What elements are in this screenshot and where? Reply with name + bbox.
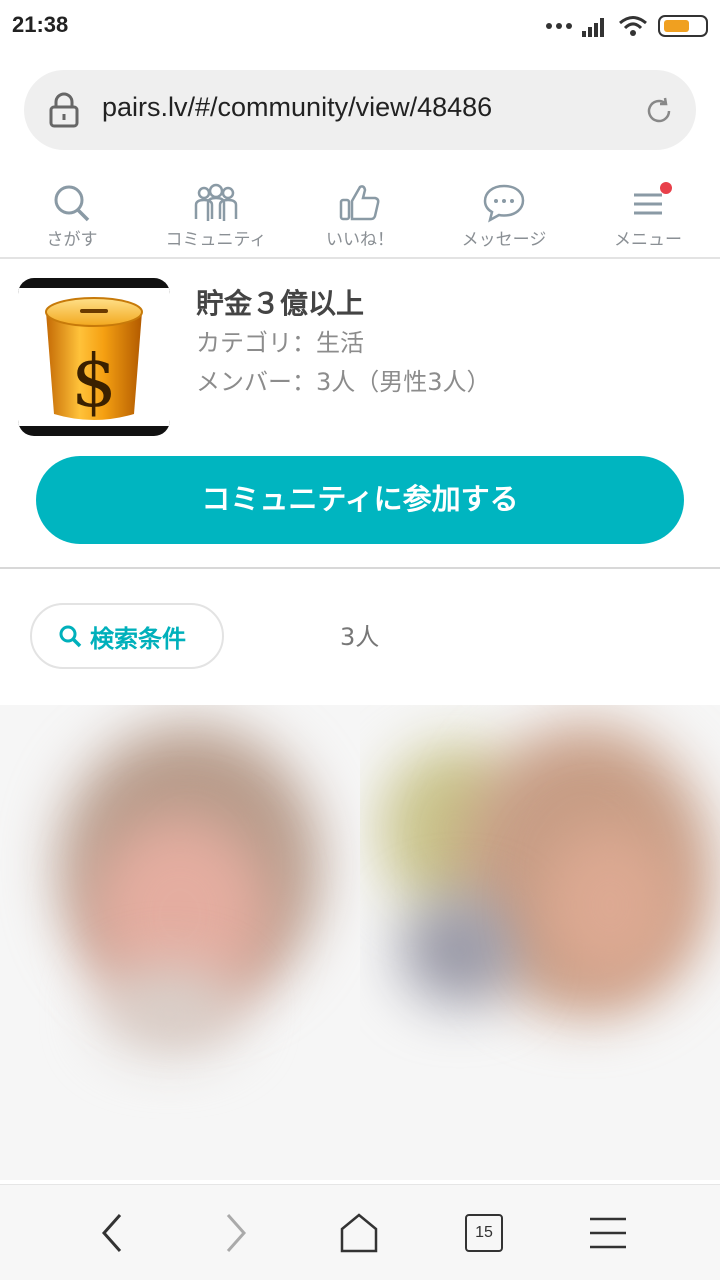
- nav-label: メニュー: [614, 230, 682, 250]
- community-thumbnail: $: [18, 278, 170, 436]
- signal-icon: [582, 18, 604, 37]
- search-conditions-label: 検索条件: [90, 624, 186, 653]
- forward-icon: [226, 1214, 247, 1252]
- battery-icon: [658, 15, 708, 37]
- address-bar[interactable]: pairs.lv/#/community/view/48486: [24, 70, 696, 150]
- home-button[interactable]: [319, 1185, 399, 1280]
- message-icon: [483, 184, 525, 223]
- back-button[interactable]: [72, 1185, 152, 1280]
- nav-item-menu[interactable]: メニュー: [576, 175, 720, 257]
- nav-label: いいね！: [326, 230, 394, 250]
- browser-menu-button[interactable]: [568, 1185, 648, 1280]
- menu-icon: [590, 1217, 626, 1249]
- join-community-button[interactable]: コミュニティに参加する: [36, 456, 684, 544]
- back-icon: [101, 1214, 122, 1252]
- member-photo[interactable]: [360, 705, 720, 1180]
- nav-item-likes[interactable]: いいね！: [288, 175, 432, 257]
- member-photo[interactable]: [0, 705, 360, 1180]
- search-icon: [54, 185, 90, 222]
- more-dots-icon: [546, 23, 572, 29]
- money-jar-icon: $: [45, 297, 143, 423]
- status-bar: 21:38: [0, 0, 720, 52]
- nav-label: コミュニティ: [165, 230, 267, 250]
- community-icon: [194, 183, 238, 221]
- search-conditions-button[interactable]: 検索条件: [30, 603, 224, 669]
- nav-item-community[interactable]: コミュニティ: [144, 175, 288, 257]
- refresh-icon[interactable]: [644, 96, 674, 126]
- search-icon: [59, 625, 82, 648]
- nav-item-search[interactable]: さがす: [0, 175, 144, 257]
- tabs-icon: 15: [465, 1214, 503, 1252]
- wifi-icon: [619, 16, 647, 36]
- section-divider: [0, 567, 720, 569]
- community-category: カテゴリ：生活: [196, 329, 364, 357]
- notification-dot: [660, 182, 672, 194]
- url-text[interactable]: pairs.lv/#/community/view/48486: [102, 92, 492, 123]
- status-time: 21:38: [12, 12, 69, 37]
- svg-text:$: $: [71, 339, 117, 423]
- forward-button[interactable]: [196, 1185, 276, 1280]
- member-count: 3人: [340, 623, 380, 651]
- nav-label: さがす: [46, 230, 98, 250]
- nav-label: メッセージ: [461, 230, 547, 250]
- top-nav: さがす コミュニティ いいね！ メッセージ メニュー: [0, 175, 720, 259]
- browser-bottom-bar: 15: [0, 1184, 720, 1280]
- community-title: 貯金３億以上: [196, 287, 365, 320]
- nav-item-messages[interactable]: メッセージ: [432, 175, 576, 257]
- status-icons: [546, 12, 708, 40]
- home-icon: [340, 1213, 378, 1253]
- lock-icon: [49, 92, 79, 128]
- thumbs-up-icon: [339, 185, 380, 221]
- tabs-button[interactable]: 15: [444, 1185, 524, 1280]
- community-members: メンバー：3人（男性3人）: [196, 368, 491, 396]
